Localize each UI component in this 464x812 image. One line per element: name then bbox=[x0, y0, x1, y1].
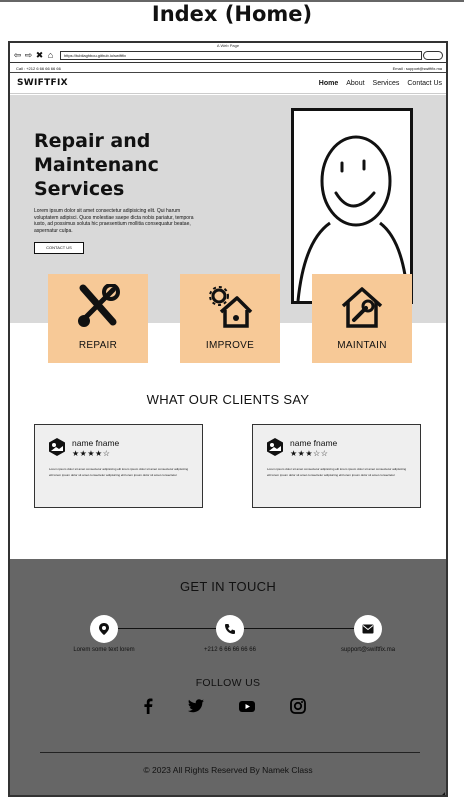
facebook-icon[interactable] bbox=[139, 697, 157, 715]
contact-phone[interactable]: +212 6 66 66 66 66 bbox=[160, 647, 300, 653]
url-bar[interactable]: https://tubilaghbou.github.io/swiftfix bbox=[60, 51, 422, 60]
hero-title-line: Maintenanc bbox=[34, 154, 159, 176]
header-email: Email : support@swiftfix.ma bbox=[392, 66, 442, 71]
service-card-repair[interactable]: REPAIR bbox=[48, 274, 148, 363]
nav-links: Home About Services Contact Us bbox=[319, 80, 442, 87]
home-icon[interactable]: ⌂ bbox=[46, 50, 55, 61]
page-label: Index (Home) bbox=[151, 2, 313, 26]
hero-title: Repair and Maintenanc Services bbox=[34, 129, 194, 201]
service-card-maintain[interactable]: MAINTAIN bbox=[312, 274, 412, 363]
hero-text: Lorem ipsum dolor sit amet consectetur a… bbox=[34, 208, 194, 234]
avatar-icon bbox=[49, 438, 65, 456]
review-text: Lorem ipsum dolor sit amet consectetur a… bbox=[267, 467, 407, 477]
nav-home[interactable]: Home bbox=[319, 80, 338, 87]
gear-house-icon bbox=[209, 286, 253, 328]
service-label: IMPROVE bbox=[205, 340, 255, 351]
smiley-figure-icon bbox=[296, 135, 410, 301]
service-label: REPAIR bbox=[78, 340, 118, 351]
phone-icon bbox=[216, 615, 244, 643]
hero-title-line: Services bbox=[34, 178, 125, 200]
browser-window: A Web Page ⇦ ⇨ ✖ ⌂ https://tubilaghbou.g… bbox=[8, 41, 448, 797]
footer-title: GET IN TOUCH bbox=[179, 579, 277, 594]
nav-services[interactable]: Services bbox=[373, 80, 400, 87]
twitter-icon[interactable] bbox=[187, 697, 205, 715]
arrow-right-icon[interactable]: ⇨ bbox=[24, 50, 33, 61]
tools-icon bbox=[78, 284, 120, 327]
youtube-icon[interactable] bbox=[238, 697, 256, 715]
testimonials-title: WHAT OUR CLIENTS SAY bbox=[146, 392, 310, 407]
search-pill[interactable] bbox=[423, 51, 443, 60]
navbar: SWIFTFIX Home About Services Contact Us bbox=[10, 74, 446, 94]
follow-us-title: FOLLOW US bbox=[195, 677, 261, 689]
footer-divider bbox=[40, 752, 420, 753]
contact-strip: Call : +212 6 66 66 66 66 Email : suppor… bbox=[10, 64, 446, 73]
footer: GET IN TOUCH Lorem some text lorem +212 … bbox=[10, 559, 446, 795]
review-stars: ★★★☆☆ bbox=[290, 449, 329, 458]
review-text: Lorem ipsum dolor sit amet consectetur a… bbox=[49, 467, 189, 477]
mail-icon bbox=[354, 615, 382, 643]
instagram-icon[interactable] bbox=[289, 697, 307, 715]
review-name: name fname bbox=[290, 438, 338, 448]
contact-us-button[interactable]: CONTACT US bbox=[34, 242, 84, 254]
arrow-left-icon[interactable]: ⇦ bbox=[13, 50, 22, 61]
browser-toolbar: ⇦ ⇨ ✖ ⌂ https://tubilaghbou.github.io/sw… bbox=[10, 49, 446, 63]
review-stars: ★★★★☆ bbox=[72, 449, 111, 458]
review-name: name fname bbox=[72, 438, 120, 448]
review-card: name fname ★★★★☆ Lorem ipsum dolor sit a… bbox=[34, 424, 203, 508]
review-card: name fname ★★★☆☆ Lorem ipsum dolor sit a… bbox=[252, 424, 421, 508]
close-icon[interactable]: ✖ bbox=[35, 50, 44, 61]
location-pin-icon bbox=[90, 615, 118, 643]
nav-contact[interactable]: Contact Us bbox=[407, 80, 442, 87]
service-card-improve[interactable]: IMPROVE bbox=[180, 274, 280, 363]
resize-grip-icon[interactable]: ◢ bbox=[440, 791, 445, 795]
contact-address: Lorem some text lorem bbox=[73, 647, 135, 653]
contact-email[interactable]: support@swiftfix.ma bbox=[298, 647, 438, 653]
nav-about[interactable]: About bbox=[346, 80, 364, 87]
wrench-house-icon bbox=[341, 287, 383, 328]
copyright: © 2023 All Rights Reserved By Namek Clas… bbox=[143, 765, 313, 775]
brand-logo[interactable]: SWIFTFIX bbox=[17, 78, 68, 88]
hero-title-line: Repair and bbox=[34, 130, 151, 152]
service-label: MAINTAIN bbox=[337, 340, 387, 351]
avatar-icon bbox=[267, 438, 283, 456]
header-phone: Call : +212 6 66 66 66 66 bbox=[16, 66, 61, 71]
